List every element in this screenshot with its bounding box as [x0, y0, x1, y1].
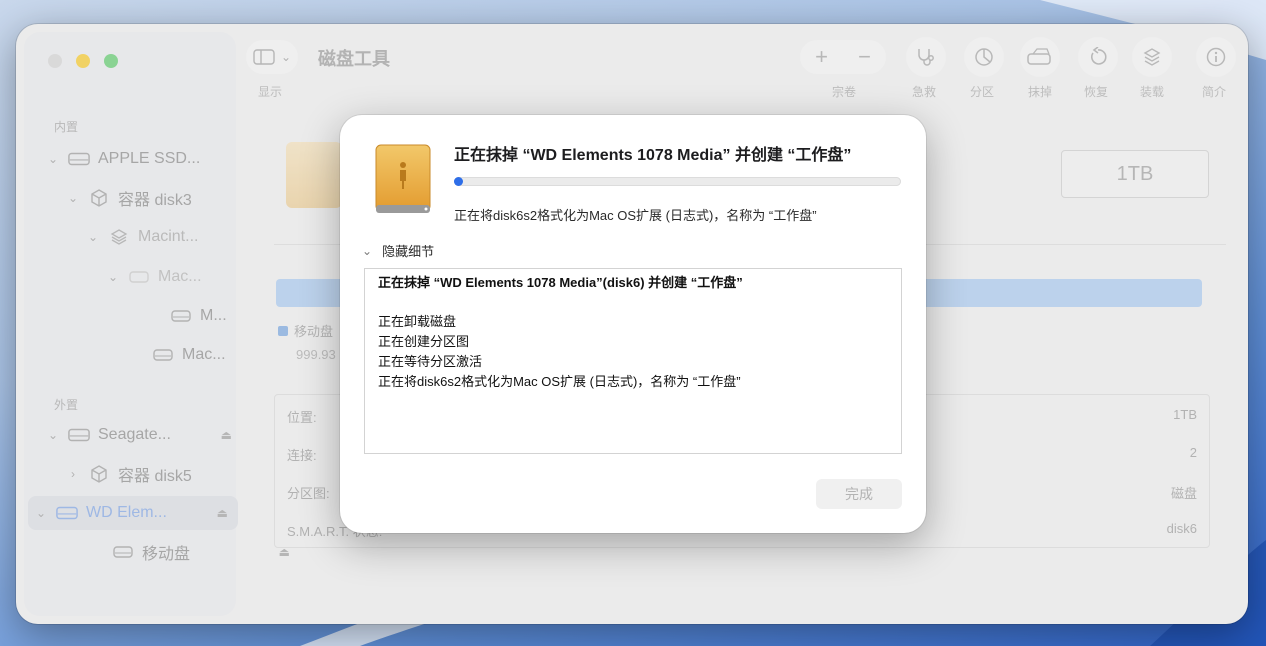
details-log[interactable]: 正在抹掉 “WD Elements 1078 Media”(disk6) 并创建… — [364, 268, 902, 454]
erase-progress-sheet: 正在抹掉 “WD Elements 1078 Media” 并创建 “工作盘” … — [340, 115, 926, 533]
log-line: 正在卸载磁盘 — [378, 314, 457, 329]
status-text: 正在将disk6s2格式化为Mac OS扩展 (日志式)，名称为 “工作盘” — [454, 208, 817, 223]
log-line: 正在将disk6s2格式化为Mac OS扩展 (日志式)，名称为 “工作盘” — [378, 374, 741, 389]
log-line: 正在等待分区激活 — [378, 354, 483, 369]
log-line: 正在创建分区图 — [378, 334, 470, 349]
progress-fill — [454, 177, 463, 186]
done-button[interactable]: 完成 — [816, 479, 902, 509]
external-drive-icon — [375, 144, 431, 213]
hide-details-toggle[interactable]: ⌄ 隐藏细节 — [362, 241, 434, 260]
disk-utility-window: 内置 ⌄ APPLE SSD... ⌄ 容器 disk3 ⌄ Macint...… — [16, 24, 1248, 624]
chevron-down-icon: ⌄ — [362, 243, 373, 258]
dialog-title: 正在抹掉 “WD Elements 1078 Media” 并创建 “工作盘” — [454, 147, 852, 164]
log-line: 正在抹掉 “WD Elements 1078 Media”(disk6) 并创建… — [378, 275, 743, 290]
erase-progress-bar — [454, 177, 901, 186]
details-toggle-label: 隐藏细节 — [382, 244, 435, 259]
